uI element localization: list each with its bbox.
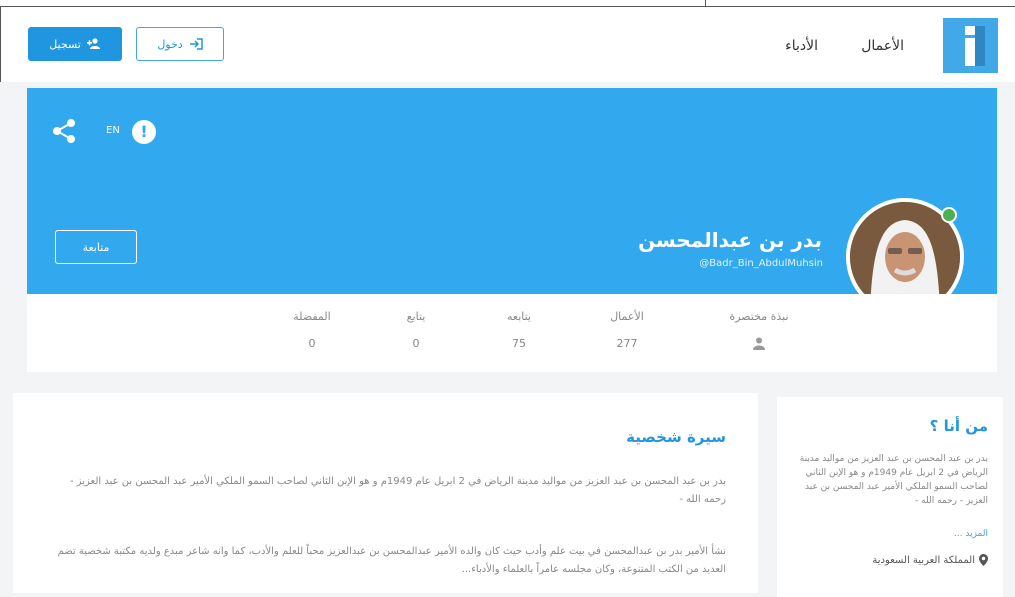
stat-value bbox=[724, 337, 794, 353]
report-icon[interactable]: ! bbox=[132, 120, 156, 144]
logo-dot bbox=[965, 26, 975, 35]
profile-stats: نبذة مختصرة الأعمال 277 يتابعه 75 يتابع … bbox=[27, 294, 997, 372]
site-logo[interactable] bbox=[943, 18, 998, 73]
stat-label: يتابعه bbox=[507, 310, 531, 323]
biography-title: سيرة شخصية bbox=[626, 428, 726, 446]
biography-paragraph: بدر بن عبد المحسن بن عبد العزيز من موالي… bbox=[69, 476, 726, 505]
stat-summary[interactable]: نبذة مختصرة bbox=[724, 310, 794, 353]
stat-label: يتابع bbox=[406, 310, 426, 323]
language-toggle[interactable]: EN bbox=[106, 125, 120, 136]
online-status-dot bbox=[941, 207, 957, 223]
profile-handle: @Badr_Bin_AbdulMuhsin bbox=[699, 258, 823, 269]
location-pin-icon bbox=[979, 554, 988, 566]
follow-button[interactable]: متابعة bbox=[55, 230, 137, 264]
login-button[interactable]: دخول bbox=[136, 27, 224, 61]
login-label: دخول bbox=[157, 37, 183, 51]
nav-writers-link[interactable]: الأدباء bbox=[785, 38, 818, 54]
logo-shade bbox=[975, 26, 985, 66]
stat-value: 0 bbox=[308, 337, 316, 350]
logo-bar bbox=[965, 38, 975, 66]
location-label: المملكة العربية السعودية bbox=[872, 554, 975, 566]
stat-value: 277 bbox=[616, 337, 638, 350]
about-text: بدر بن عبد المحسن بن عبد العزيز من موالي… bbox=[799, 454, 988, 506]
top-divider bbox=[705, 0, 706, 6]
stat-value: 75 bbox=[512, 337, 526, 350]
read-more-link[interactable]: المزيد ... bbox=[954, 529, 988, 539]
stat-following[interactable]: يتابع 0 bbox=[381, 310, 451, 350]
about-panel: من أنا ؟ بدر بن عبد المحسن بن عبد العزيز… bbox=[777, 397, 1003, 597]
share-icon[interactable] bbox=[52, 118, 76, 144]
stat-favorites[interactable]: المفضلة 0 bbox=[277, 310, 347, 350]
nav-works-link[interactable]: الأعمال bbox=[861, 38, 904, 54]
sign-in-icon bbox=[189, 38, 203, 50]
stat-label: المفضلة bbox=[293, 310, 331, 323]
person-icon bbox=[753, 337, 765, 350]
stat-followers[interactable]: يتابعه 75 bbox=[484, 310, 554, 350]
register-label: تسجيل bbox=[49, 37, 81, 51]
stat-label: نبذة مختصرة bbox=[729, 310, 789, 323]
about-title: من أنا ؟ bbox=[929, 417, 988, 435]
navbar: الأعمال الأدباء تسجيل دخول bbox=[0, 7, 1015, 82]
stat-works[interactable]: الأعمال 277 bbox=[592, 310, 662, 350]
register-button[interactable]: تسجيل bbox=[28, 27, 122, 61]
biography-paragraph: نشأ الأمير بدر بن عبدالمحسن في بيت علم و… bbox=[57, 546, 726, 575]
location: المملكة العربية السعودية bbox=[872, 554, 988, 566]
stat-label: الأعمال bbox=[610, 310, 644, 323]
profile-name: بدر بن عبدالمحسن bbox=[638, 228, 822, 252]
stat-value: 0 bbox=[412, 337, 420, 350]
top-edge bbox=[0, 0, 1015, 7]
biography-panel: سيرة شخصية بدر بن عبد المحسن بن عبد العز… bbox=[13, 393, 758, 593]
add-user-icon bbox=[86, 38, 100, 49]
